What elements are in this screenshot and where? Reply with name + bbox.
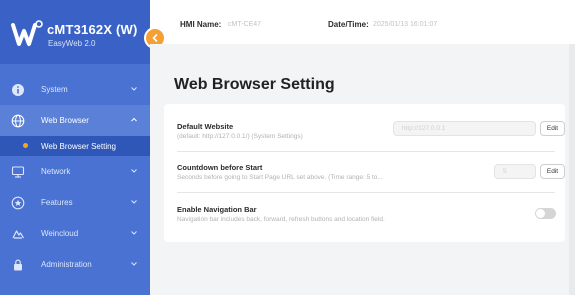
brand-header: cMT3162X (W) EasyWeb 2.0 xyxy=(0,0,150,64)
chevron-down-icon xyxy=(131,231,137,235)
sidebar-item-label: Administration xyxy=(41,260,92,269)
default-website-description: (default: http://127.0.0.1/) (System Set… xyxy=(177,133,303,140)
sidebar-item-label: Weincloud xyxy=(41,229,79,238)
hmi-name-value: cMT-CE47 xyxy=(228,21,262,28)
product-name: EasyWeb 2.0 xyxy=(48,39,96,48)
countdown-description: Seconds before going to Start Page URL s… xyxy=(177,174,383,181)
top-header: HMI Name: cMT-CE47 Date/Time: 2025/01/13… xyxy=(165,0,575,44)
chevron-down-icon xyxy=(131,200,137,204)
sidebar-item-web-browser[interactable]: Web Browser xyxy=(0,105,150,136)
sidebar-subitem-web-browser-setting[interactable]: Web Browser Setting xyxy=(0,136,150,156)
chevron-up-icon xyxy=(131,117,137,122)
sidebar-item-weincloud[interactable]: Weincloud xyxy=(0,218,150,249)
divider xyxy=(177,192,555,193)
sidebar-item-network[interactable]: Network xyxy=(0,156,150,187)
navigation-bar-toggle[interactable] xyxy=(535,208,556,219)
toggle-knob xyxy=(536,209,545,218)
chevron-left-icon xyxy=(152,34,158,42)
chevron-down-icon xyxy=(131,87,137,91)
chevron-down-icon xyxy=(131,169,137,173)
sidebar-item-administration[interactable]: Administration xyxy=(0,249,150,280)
countdown-edit-button[interactable]: Edit xyxy=(540,164,565,179)
datetime-value: 2025/01/13 16:01:07 xyxy=(373,21,438,28)
divider xyxy=(177,151,555,152)
sidebar: cMT3162X (W) EasyWeb 2.0 System Web Brow… xyxy=(0,0,150,295)
sidebar-item-label: Web Browser xyxy=(41,116,89,125)
device-model: cMT3162X (W) xyxy=(47,22,138,37)
network-icon xyxy=(11,166,25,178)
vertical-scrollbar[interactable] xyxy=(569,44,575,295)
default-website-title: Default Website xyxy=(177,122,234,131)
sidebar-item-system[interactable]: System xyxy=(0,74,150,105)
main-content: Web Browser Setting Default Website (def… xyxy=(150,44,575,295)
countdown-input[interactable]: 5 xyxy=(494,164,536,179)
datetime-label: Date/Time: xyxy=(328,20,369,29)
navigation-bar-description: Navigation bar includes back, forward, r… xyxy=(177,216,385,223)
info-icon xyxy=(12,84,24,96)
sidebar-item-features[interactable]: Features xyxy=(0,187,150,218)
default-website-edit-button[interactable]: Edit xyxy=(540,121,565,136)
features-icon xyxy=(11,196,25,210)
sidebar-item-label: Network xyxy=(41,167,71,176)
page-title: Web Browser Setting xyxy=(174,76,335,93)
sidebar-item-label: System xyxy=(41,85,68,94)
lock-icon xyxy=(14,259,22,271)
hmi-name-label: HMI Name: xyxy=(180,20,222,29)
active-dot-icon xyxy=(23,143,28,148)
chevron-down-icon xyxy=(131,262,137,266)
cloud-icon xyxy=(12,230,25,239)
app-window: cMT3162X (W) EasyWeb 2.0 System Web Brow… xyxy=(0,0,575,295)
countdown-title: Countdown before Start xyxy=(177,163,263,172)
sidebar-nav: System Web Browser Web Browser Setting N… xyxy=(0,74,150,280)
sidebar-subitem-label: Web Browser Setting xyxy=(41,142,116,151)
default-website-input[interactable]: http://127.0.0.1 xyxy=(393,121,536,136)
globe-icon xyxy=(11,114,25,128)
weintek-logo-icon xyxy=(11,20,43,46)
navigation-bar-title: Enable Navigation Bar xyxy=(177,205,257,214)
settings-card: Default Website (default: http://127.0.0… xyxy=(164,104,565,242)
sidebar-item-label: Features xyxy=(41,198,73,207)
